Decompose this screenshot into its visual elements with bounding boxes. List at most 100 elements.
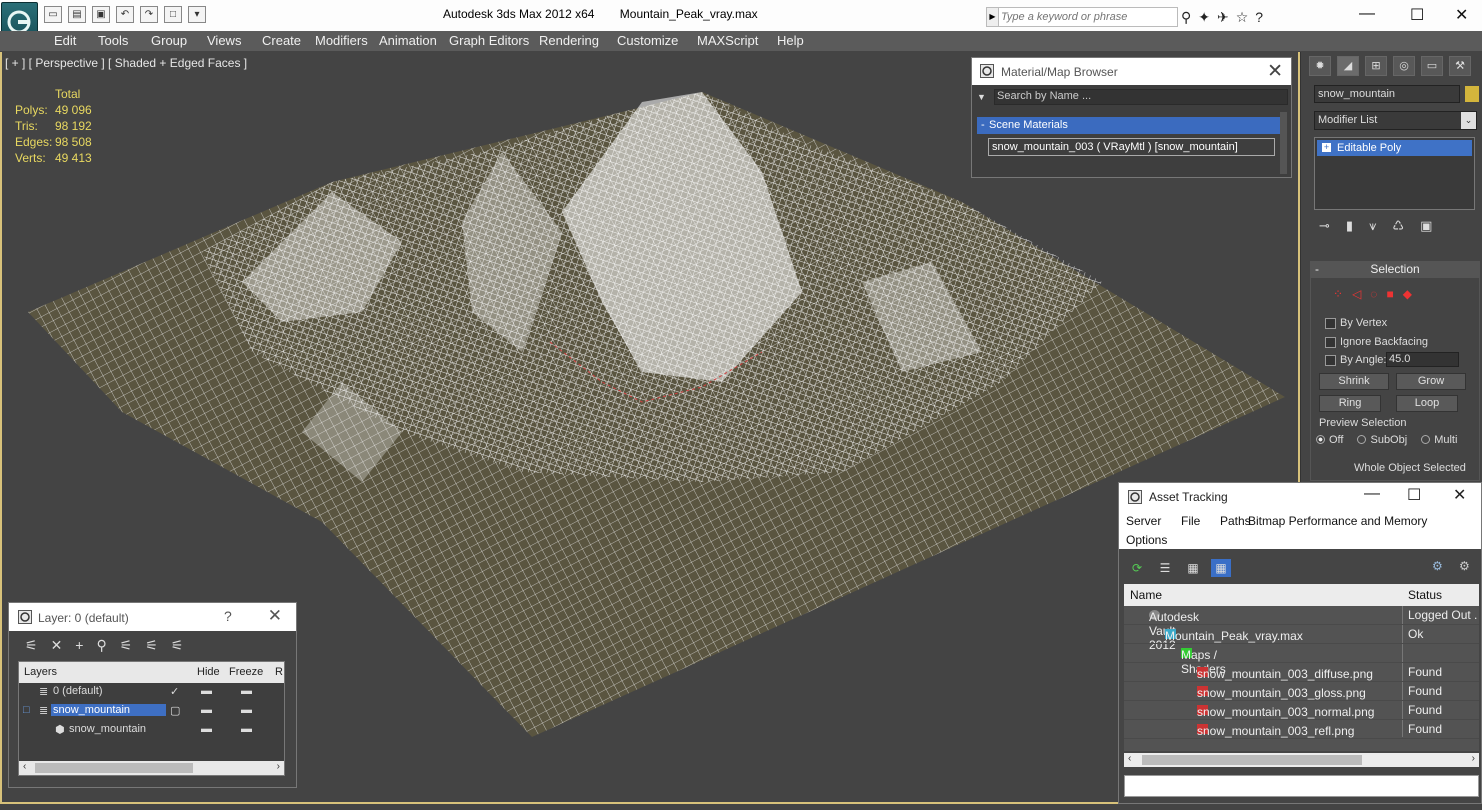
asset-help-icon[interactable]: ⚙: [1459, 559, 1470, 573]
collapse-icon[interactable]: □: [23, 704, 30, 716]
object-color-swatch[interactable]: [1465, 86, 1479, 102]
help-icon[interactable]: ?: [1255, 9, 1263, 26]
stack-item-editable-poly[interactable]: + Editable Poly: [1317, 140, 1472, 156]
project-folder-icon[interactable]: □: [164, 6, 182, 23]
scroll-left-icon[interactable]: ‹: [1128, 753, 1131, 764]
object-name[interactable]: snow_mountain: [69, 723, 146, 735]
scroll-thumb[interactable]: [1142, 755, 1362, 765]
minimize-icon[interactable]: —: [1364, 485, 1380, 503]
by-angle-checkbox[interactable]: By Angle:: [1325, 354, 1386, 366]
menu-paths[interactable]: Paths: [1220, 514, 1251, 528]
save-icon[interactable]: ▣: [92, 6, 110, 23]
chevron-down-icon[interactable]: ⌄: [1461, 112, 1476, 129]
tree-view-icon[interactable]: ▦: [1183, 559, 1203, 577]
viewport-label[interactable]: [ + ] [ Perspective ] [ Shaded + Edged F…: [5, 56, 247, 70]
checkbox-box[interactable]: [1325, 317, 1336, 329]
menu-rendering[interactable]: Rendering: [539, 33, 599, 48]
modify-tab-icon[interactable]: ◢: [1337, 56, 1359, 76]
loop-button[interactable]: Loop: [1396, 395, 1458, 412]
hide-toggle[interactable]: ▬: [201, 723, 212, 735]
layer-name[interactable]: snow_mountain: [51, 704, 166, 716]
col-layers[interactable]: Layers: [24, 666, 57, 678]
material-browser-scrollbar[interactable]: [1280, 112, 1287, 174]
communication-icon[interactable]: ✈: [1217, 9, 1229, 26]
checkmark-icon[interactable]: ✓: [170, 685, 179, 698]
subscription-icon[interactable]: ✦: [1198, 9, 1210, 26]
material-item[interactable]: snow_mountain_003 ( VRayMtl ) [snow_moun…: [988, 138, 1275, 156]
scroll-right-icon[interactable]: ›: [277, 761, 280, 772]
vertex-icon[interactable]: ⁘: [1333, 287, 1343, 301]
configure-sets-icon[interactable]: ▣: [1420, 218, 1432, 234]
col-render[interactable]: R: [275, 666, 283, 678]
layer-row[interactable]: □ ≣ snow_mountain ▢ ▬ ▬: [19, 702, 284, 721]
asset-row[interactable]: snow_mountain_003_gloss.png Found: [1124, 682, 1479, 701]
search-expand-icon[interactable]: ▶: [987, 8, 999, 26]
infocenter-search[interactable]: ▶: [986, 7, 1178, 27]
preview-off-radio[interactable]: Off: [1316, 434, 1343, 446]
layer-horizontal-scrollbar[interactable]: ‹ ›: [19, 761, 284, 775]
asset-path-field[interactable]: [1124, 775, 1479, 797]
asset-row[interactable]: Autodesk Vault 2012 Logged Out .: [1124, 606, 1479, 652]
redo-icon[interactable]: ↷: [140, 6, 158, 23]
col-freeze[interactable]: Freeze: [229, 666, 263, 678]
pin-stack-icon[interactable]: ⊸: [1319, 218, 1330, 234]
col-hide[interactable]: Hide: [197, 666, 220, 678]
layer-object-row[interactable]: ⬢ snow_mountain ▬ ▬: [19, 721, 284, 740]
edge-icon[interactable]: ◁: [1352, 287, 1361, 301]
vault-help-icon[interactable]: ⚙: [1432, 559, 1443, 573]
col-status[interactable]: Status: [1408, 588, 1442, 602]
shrink-button[interactable]: Shrink: [1319, 373, 1389, 390]
menu-help[interactable]: Help: [777, 33, 804, 48]
minimize-icon[interactable]: —: [1359, 5, 1375, 23]
menu-animation[interactable]: Animation: [379, 33, 437, 48]
modifier-list-dropdown[interactable]: Modifier List ⌄: [1314, 111, 1477, 130]
collapse-toggle[interactable]: -: [981, 117, 985, 133]
preview-multi-radio[interactable]: Multi: [1421, 434, 1457, 446]
object-name-field[interactable]: snow_mountain: [1314, 85, 1460, 103]
ignore-backfacing-checkbox[interactable]: Ignore Backfacing: [1325, 336, 1428, 348]
scroll-right-icon[interactable]: ›: [1472, 753, 1475, 764]
selection-rollout-header[interactable]: - Selection: [1311, 262, 1479, 278]
preview-subobj-radio[interactable]: SubObj: [1357, 434, 1407, 446]
asset-row[interactable]: snow_mountain_003_normal.png Found: [1124, 701, 1479, 720]
menu-customize[interactable]: Customize: [617, 33, 678, 48]
layer-dialog-titlebar[interactable]: Layer: 0 (default) ? ✕: [9, 603, 296, 631]
asset-row[interactable]: Maps / Shaders: [1124, 644, 1479, 676]
freeze-all-icon[interactable]: ⚟: [171, 637, 184, 654]
angle-spinner[interactable]: 45.0: [1386, 352, 1459, 367]
infocenter-search-input[interactable]: [1001, 9, 1173, 25]
polygon-icon[interactable]: ■: [1386, 287, 1393, 301]
scroll-thumb[interactable]: [35, 763, 193, 773]
help-icon[interactable]: ?: [224, 608, 232, 624]
scroll-left-icon[interactable]: ‹: [23, 761, 26, 772]
col-name[interactable]: Name: [1130, 588, 1162, 602]
element-icon[interactable]: ◆: [1403, 287, 1412, 301]
refresh-icon[interactable]: ⟳: [1127, 559, 1147, 577]
hierarchy-tab-icon[interactable]: ⊞: [1365, 56, 1387, 76]
menu-maxscript[interactable]: MAXScript: [697, 33, 758, 48]
show-end-result-icon[interactable]: ▮: [1346, 218, 1353, 234]
close-icon[interactable]: ✕: [1453, 485, 1466, 505]
freeze-toggle[interactable]: ▬: [241, 704, 252, 716]
material-search-input[interactable]: Search by Name ...: [994, 89, 1288, 105]
close-icon[interactable]: ✕: [1455, 5, 1468, 25]
hide-toggle[interactable]: ▬: [201, 704, 212, 716]
menu-modifiers[interactable]: Modifiers: [315, 33, 368, 48]
asset-row[interactable]: snow_mountain_003_diffuse.png Found: [1124, 663, 1479, 682]
undo-icon[interactable]: ↶: [116, 6, 134, 23]
layer-name[interactable]: 0 (default): [53, 685, 103, 697]
table-view-icon[interactable]: ▦: [1211, 559, 1231, 577]
asset-horizontal-scrollbar[interactable]: ‹ ›: [1124, 753, 1479, 767]
grow-button[interactable]: Grow: [1396, 373, 1466, 390]
menu-graph-editors[interactable]: Graph Editors: [449, 33, 529, 48]
display-tab-icon[interactable]: ▭: [1421, 56, 1443, 76]
asset-row[interactable]: snow_mountain_003_refl.png Found: [1124, 720, 1479, 739]
current-layer-box[interactable]: ▢: [170, 704, 180, 717]
layer-row[interactable]: ≣ 0 (default) ✓ ▬ ▬: [19, 683, 284, 702]
asset-tracking-titlebar[interactable]: Asset Tracking — ☐ ✕: [1119, 483, 1481, 511]
menu-tools[interactable]: Tools: [98, 33, 128, 48]
list-view-icon[interactable]: ☰: [1155, 559, 1175, 577]
border-icon[interactable]: ◌: [1370, 287, 1377, 301]
checkbox-box[interactable]: [1325, 354, 1336, 366]
select-objects-icon[interactable]: ⚲: [96, 637, 106, 654]
